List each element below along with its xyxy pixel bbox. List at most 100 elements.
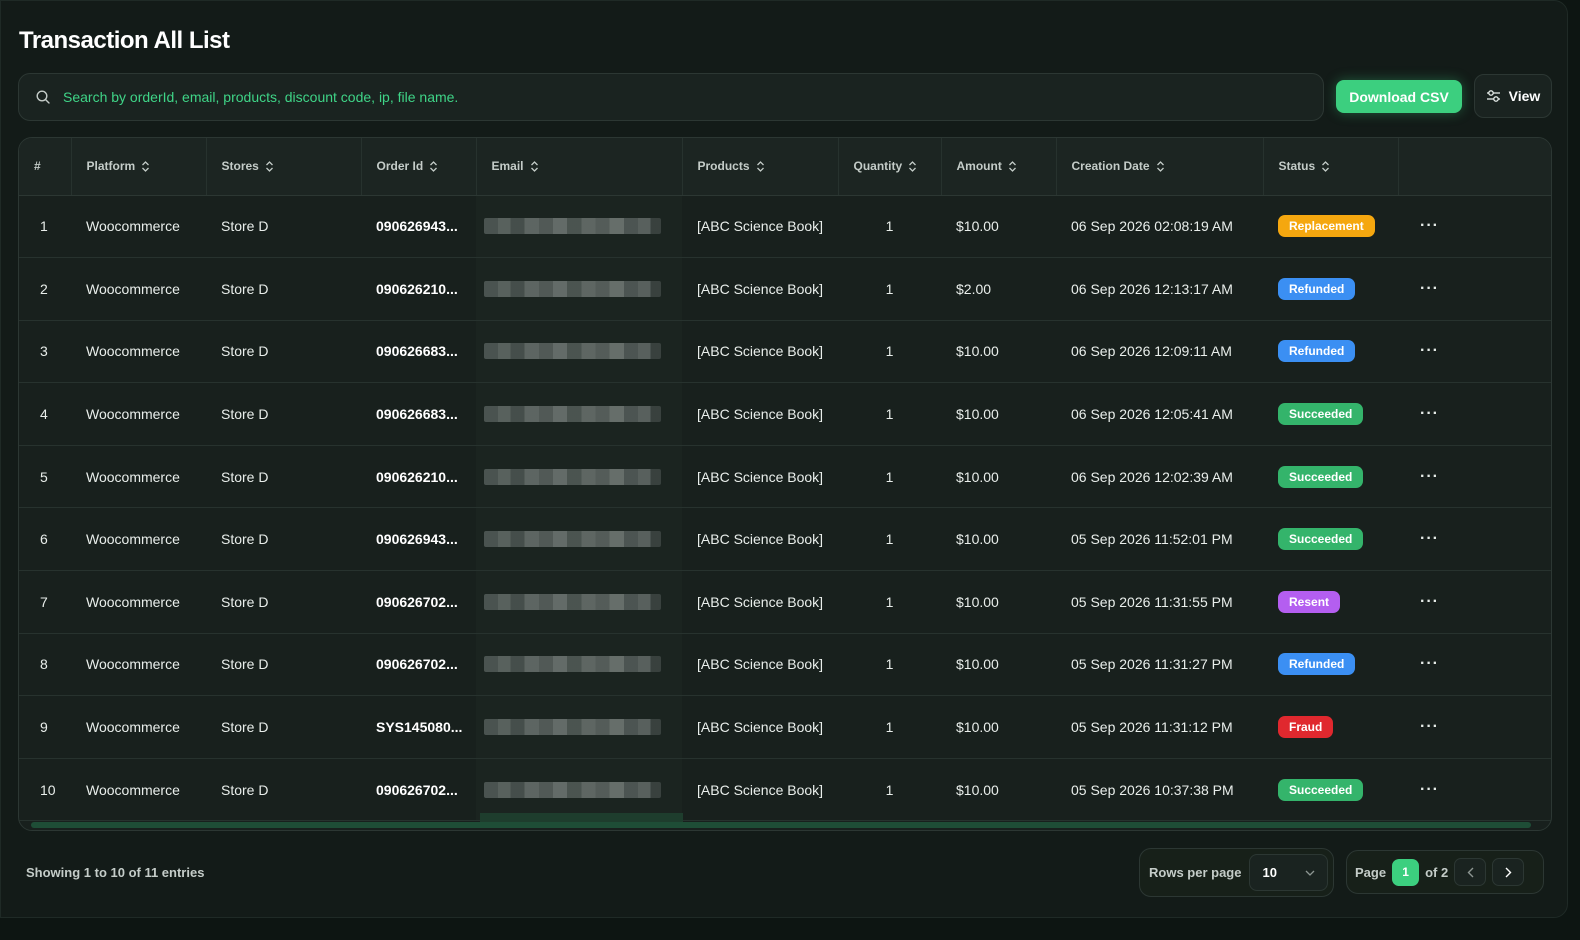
email-redacted	[484, 343, 661, 360]
email-redacted	[484, 218, 661, 235]
horizontal-scrollbar[interactable]	[31, 822, 1531, 828]
row-status: Fraud	[1263, 696, 1398, 759]
search-bar[interactable]	[18, 73, 1324, 121]
row-quantity: 1	[885, 531, 894, 548]
sort-icon[interactable]	[908, 160, 917, 173]
view-button[interactable]: View	[1474, 74, 1552, 118]
next-page-button[interactable]	[1492, 858, 1525, 886]
row-order-id[interactable]: 090626702...	[361, 571, 476, 634]
status-badge: Refunded	[1278, 277, 1356, 300]
row-status: Succeeded	[1263, 758, 1398, 821]
row-product: [ABC Science Book]	[697, 343, 824, 360]
sort-icon[interactable]	[141, 160, 150, 173]
row-store: Store D	[221, 218, 269, 235]
column-header-status[interactable]: Status	[1263, 138, 1399, 196]
page-label: Page	[1355, 864, 1387, 880]
row-creation-date: 06 Sep 2026 12:05:41 AM	[1071, 406, 1233, 423]
row-store: Store D	[221, 719, 269, 736]
sort-icon[interactable]	[1008, 160, 1017, 173]
rows-per-page-select[interactable]: 10	[1249, 854, 1329, 891]
table-row[interactable]: 10 Woocommerce Store D 090626702... [ABC…	[19, 758, 1551, 821]
row-order-id[interactable]: 090626943...	[361, 508, 476, 571]
row-order-id[interactable]: 090626702...	[361, 633, 476, 696]
row-email	[476, 507, 682, 571]
more-horizontal-icon[interactable]: ···	[1398, 445, 1551, 508]
row-number: 9	[40, 719, 48, 736]
row-store: Store D	[221, 781, 269, 798]
row-quantity: 1	[885, 656, 894, 673]
table-row[interactable]: 8 Woocommerce Store D 090626702... [ABC …	[19, 633, 1551, 696]
row-order-id[interactable]: SYS145080...	[361, 696, 476, 759]
email-redacted	[484, 719, 661, 736]
more-horizontal-icon[interactable]: ···	[1398, 195, 1551, 258]
row-number: 4	[40, 406, 48, 423]
column-header-email[interactable]: Email	[476, 138, 683, 196]
sort-icon[interactable]	[1321, 160, 1330, 173]
column-header-creation-date[interactable]: Creation Date	[1056, 138, 1264, 196]
sort-icon[interactable]	[530, 160, 539, 173]
more-horizontal-icon[interactable]: ···	[1398, 633, 1551, 696]
sort-icon[interactable]	[1156, 160, 1165, 173]
row-quantity: 1	[885, 468, 894, 485]
row-status: Replacement	[1263, 195, 1398, 258]
row-product: [ABC Science Book]	[697, 468, 824, 485]
column-header-amount[interactable]: Amount	[941, 138, 1057, 196]
status-badge: Refunded	[1278, 653, 1356, 676]
column-header-platform[interactable]: Platform	[71, 138, 207, 196]
prev-page-button[interactable]	[1454, 858, 1487, 886]
row-store: Store D	[221, 593, 269, 610]
table-row[interactable]: 1 Woocommerce Store D 090626943... [ABC …	[19, 195, 1551, 258]
row-status: Resent	[1263, 571, 1398, 634]
view-button-label: View	[1508, 88, 1541, 104]
row-amount: $10.00	[956, 406, 999, 423]
sort-icon[interactable]	[265, 160, 274, 173]
row-product: [ABC Science Book]	[697, 280, 824, 297]
row-order-id[interactable]: 090626683...	[361, 320, 476, 383]
more-horizontal-icon[interactable]: ···	[1398, 571, 1551, 634]
column-header-quantity[interactable]: Quantity	[838, 138, 942, 196]
row-platform: Woocommerce	[86, 531, 180, 548]
sort-icon[interactable]	[429, 160, 438, 173]
table-row[interactable]: 5 Woocommerce Store D 090626210... [ABC …	[19, 445, 1551, 508]
row-order-id[interactable]: 090626210...	[361, 445, 476, 508]
search-input[interactable]	[63, 89, 1323, 105]
column-header-stores[interactable]: Stores	[206, 138, 362, 196]
more-horizontal-icon[interactable]: ···	[1398, 508, 1551, 571]
row-platform: Woocommerce	[86, 719, 180, 736]
status-badge: Resent	[1278, 590, 1341, 613]
more-horizontal-icon[interactable]: ···	[1398, 696, 1551, 759]
email-redacted	[484, 406, 661, 423]
column-header-actions	[1398, 138, 1551, 196]
row-amount: $10.00	[956, 531, 999, 548]
row-creation-date: 05 Sep 2026 11:31:12 PM	[1071, 719, 1233, 736]
row-amount: $2.00	[956, 280, 992, 297]
table-row[interactable]: 2 Woocommerce Store D 090626210... [ABC …	[19, 257, 1551, 321]
more-horizontal-icon[interactable]: ···	[1398, 758, 1551, 821]
row-order-id[interactable]: 090626210...	[361, 258, 476, 321]
row-number: 2	[40, 280, 48, 297]
more-horizontal-icon[interactable]: ···	[1398, 320, 1551, 383]
sort-icon[interactable]	[756, 160, 765, 173]
table-row[interactable]: 7 Woocommerce Store D 090626702... [ABC …	[19, 570, 1551, 634]
more-horizontal-icon[interactable]: ···	[1398, 383, 1551, 446]
row-platform: Woocommerce	[86, 406, 180, 423]
column-header-products[interactable]: Products	[682, 138, 839, 196]
table-row[interactable]: 4 Woocommerce Store D 090626683... [ABC …	[19, 382, 1551, 446]
table-row[interactable]: 6 Woocommerce Store D 090626943... [ABC …	[19, 507, 1551, 571]
download-csv-button[interactable]: Download CSV	[1336, 80, 1462, 113]
row-number: 6	[40, 531, 48, 548]
status-badge: Fraud	[1278, 716, 1334, 739]
table-row[interactable]: 3 Woocommerce Store D 090626683... [ABC …	[19, 320, 1551, 383]
chevron-left-icon	[1467, 867, 1474, 877]
row-platform: Woocommerce	[86, 343, 180, 360]
row-platform: Woocommerce	[86, 468, 180, 485]
column-header-order-id[interactable]: Order Id	[361, 138, 477, 196]
row-order-id[interactable]: 090626702...	[361, 758, 476, 821]
table-row[interactable]: 9 Woocommerce Store D SYS145080... [ABC …	[19, 695, 1551, 759]
current-page[interactable]: 1	[1392, 858, 1420, 886]
row-order-id[interactable]: 090626683...	[361, 383, 476, 446]
more-horizontal-icon[interactable]: ···	[1398, 258, 1551, 321]
row-quantity: 1	[885, 280, 894, 297]
row-creation-date: 06 Sep 2026 12:13:17 AM	[1071, 280, 1233, 297]
row-order-id[interactable]: 090626943...	[361, 195, 476, 258]
